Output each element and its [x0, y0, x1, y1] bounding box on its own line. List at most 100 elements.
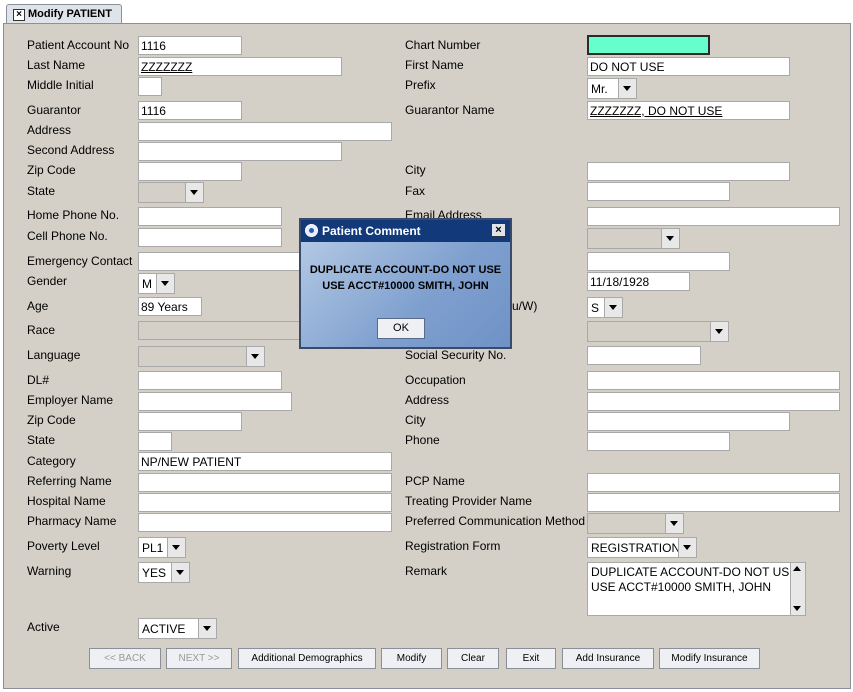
close-icon[interactable]: × — [13, 9, 25, 21]
state-select[interactable] — [138, 182, 204, 203]
gender-label: Gender — [27, 274, 68, 288]
chevron-down-icon[interactable] — [246, 347, 264, 366]
preferred-comm-label: Preferred Communication Method — [405, 514, 586, 528]
employer-city-field[interactable] — [587, 412, 790, 431]
occupation-field[interactable] — [587, 371, 840, 390]
social-security-field[interactable] — [587, 346, 701, 365]
chart-number-field[interactable] — [587, 35, 710, 55]
emergency-contact-label: Emergency Contact — [27, 254, 133, 268]
middle-initial-field[interactable] — [138, 77, 162, 96]
dl-field[interactable] — [138, 371, 282, 390]
prefix-select[interactable]: Mr. — [587, 78, 637, 99]
cell-phone-field[interactable] — [138, 228, 282, 247]
employer-state-label: State — [27, 433, 56, 447]
chevron-down-icon[interactable] — [710, 322, 728, 341]
chevron-down-icon[interactable] — [167, 538, 185, 557]
add-insurance-button[interactable]: Add Insurance — [562, 648, 654, 669]
poverty-level-value: PL1 — [142, 541, 164, 555]
remark-textarea[interactable]: DUPLICATE ACCOUNT-DO NOT USE USE ACCT#10… — [587, 562, 806, 616]
exit-button[interactable]: Exit — [506, 648, 556, 669]
email-address-field[interactable] — [587, 207, 840, 226]
employer-zip-code-label: Zip Code — [27, 413, 76, 427]
prefix-label: Prefix — [405, 78, 436, 92]
zip-code-label: Zip Code — [27, 163, 76, 177]
right-select-1[interactable] — [587, 228, 680, 249]
arrow-up-icon[interactable] — [793, 566, 801, 571]
clear-button[interactable]: Clear — [447, 648, 499, 669]
fax-label: Fax — [405, 184, 426, 198]
remark-scrollbar[interactable] — [790, 563, 805, 615]
phone-field[interactable] — [587, 432, 730, 451]
ok-button[interactable]: OK — [377, 318, 425, 339]
active-select[interactable]: ACTIVE — [138, 618, 217, 639]
poverty-level-select[interactable]: PL1 — [138, 537, 186, 558]
employer-name-field[interactable] — [138, 392, 292, 411]
warning-label: Warning — [27, 564, 72, 578]
chart-number-label: Chart Number — [405, 38, 481, 52]
referring-name-field[interactable] — [138, 473, 392, 492]
category-field[interactable]: NP/NEW PATIENT — [138, 452, 392, 471]
pcp-name-field[interactable] — [587, 473, 840, 492]
social-security-label: Social Security No. — [405, 348, 507, 362]
treating-provider-label: Treating Provider Name — [405, 494, 532, 508]
employer-address-field[interactable] — [587, 392, 840, 411]
right-field-2[interactable] — [587, 252, 730, 271]
address-field[interactable] — [138, 122, 392, 141]
employer-zip-code-field[interactable] — [138, 412, 242, 431]
arrow-down-icon[interactable] — [793, 606, 801, 611]
tab-modify-patient[interactable]: × Modify PATIENT — [6, 4, 122, 24]
back-button[interactable]: << BACK — [89, 648, 161, 669]
language-select[interactable] — [138, 346, 265, 367]
first-name-field[interactable]: DO NOT USE — [587, 57, 790, 76]
chevron-down-icon[interactable] — [185, 183, 203, 202]
chevron-down-icon[interactable] — [198, 619, 216, 638]
chevron-down-icon[interactable] — [618, 79, 636, 98]
next-button[interactable]: NEXT >> — [166, 648, 232, 669]
dialog-title-bar[interactable]: Patient Comment × — [301, 220, 510, 242]
hospital-name-field[interactable] — [138, 493, 392, 512]
second-address-field[interactable] — [138, 142, 342, 161]
chevron-down-icon[interactable] — [678, 538, 696, 557]
chevron-down-icon[interactable] — [604, 298, 622, 317]
guarantor-label: Guarantor — [27, 103, 82, 117]
pharmacy-name-field[interactable] — [138, 513, 392, 532]
pharmacy-name-label: Pharmacy Name — [27, 514, 117, 528]
registration-form-select[interactable]: REGISTRATION — [587, 537, 697, 558]
city-label: City — [405, 163, 426, 177]
hospital-name-label: Hospital Name — [27, 494, 106, 508]
chevron-down-icon[interactable] — [156, 274, 174, 293]
cell-phone-label: Cell Phone No. — [27, 229, 108, 243]
chevron-down-icon[interactable] — [661, 229, 679, 248]
date-of-birth-field[interactable]: 11/18/1928 — [587, 272, 690, 291]
guarantor-name-label: Guarantor Name — [405, 103, 495, 117]
treating-provider-field[interactable] — [587, 493, 840, 512]
city-field[interactable] — [587, 162, 790, 181]
home-phone-field[interactable] — [138, 207, 282, 226]
last-name-field[interactable]: ZZZZZZZ — [138, 57, 342, 76]
additional-demographics-button[interactable]: Additional Demographics — [238, 648, 376, 669]
employer-state-field[interactable] — [138, 432, 172, 451]
warning-value: YES — [142, 566, 167, 580]
patient-account-no-field[interactable]: 1116 — [138, 36, 242, 55]
dialog-title: Patient Comment — [322, 224, 421, 238]
dl-label: DL# — [27, 373, 50, 387]
referring-name-label: Referring Name — [27, 474, 112, 488]
marital-status-select[interactable]: S — [587, 297, 623, 318]
race-select[interactable] — [138, 321, 302, 340]
gender-select[interactable]: M — [138, 273, 175, 294]
employer-city-label: City — [405, 413, 426, 427]
modify-insurance-button[interactable]: Modify Insurance — [659, 648, 760, 669]
chevron-down-icon[interactable] — [665, 514, 683, 533]
modify-button[interactable]: Modify — [381, 648, 442, 669]
guarantor-name-field[interactable]: ZZZZZZZ, DO NOT USE — [587, 101, 790, 120]
chevron-down-icon[interactable] — [171, 563, 189, 582]
emergency-contact-field[interactable] — [138, 252, 302, 271]
preferred-comm-select[interactable] — [587, 513, 684, 534]
fax-field[interactable] — [587, 182, 730, 201]
right-select-3[interactable] — [587, 321, 729, 342]
zip-code-field[interactable] — [138, 162, 242, 181]
warning-select[interactable]: YES — [138, 562, 190, 583]
patient-account-no-label: Patient Account No — [27, 38, 130, 52]
close-icon[interactable]: × — [491, 223, 506, 237]
guarantor-field[interactable]: 1116 — [138, 101, 242, 120]
